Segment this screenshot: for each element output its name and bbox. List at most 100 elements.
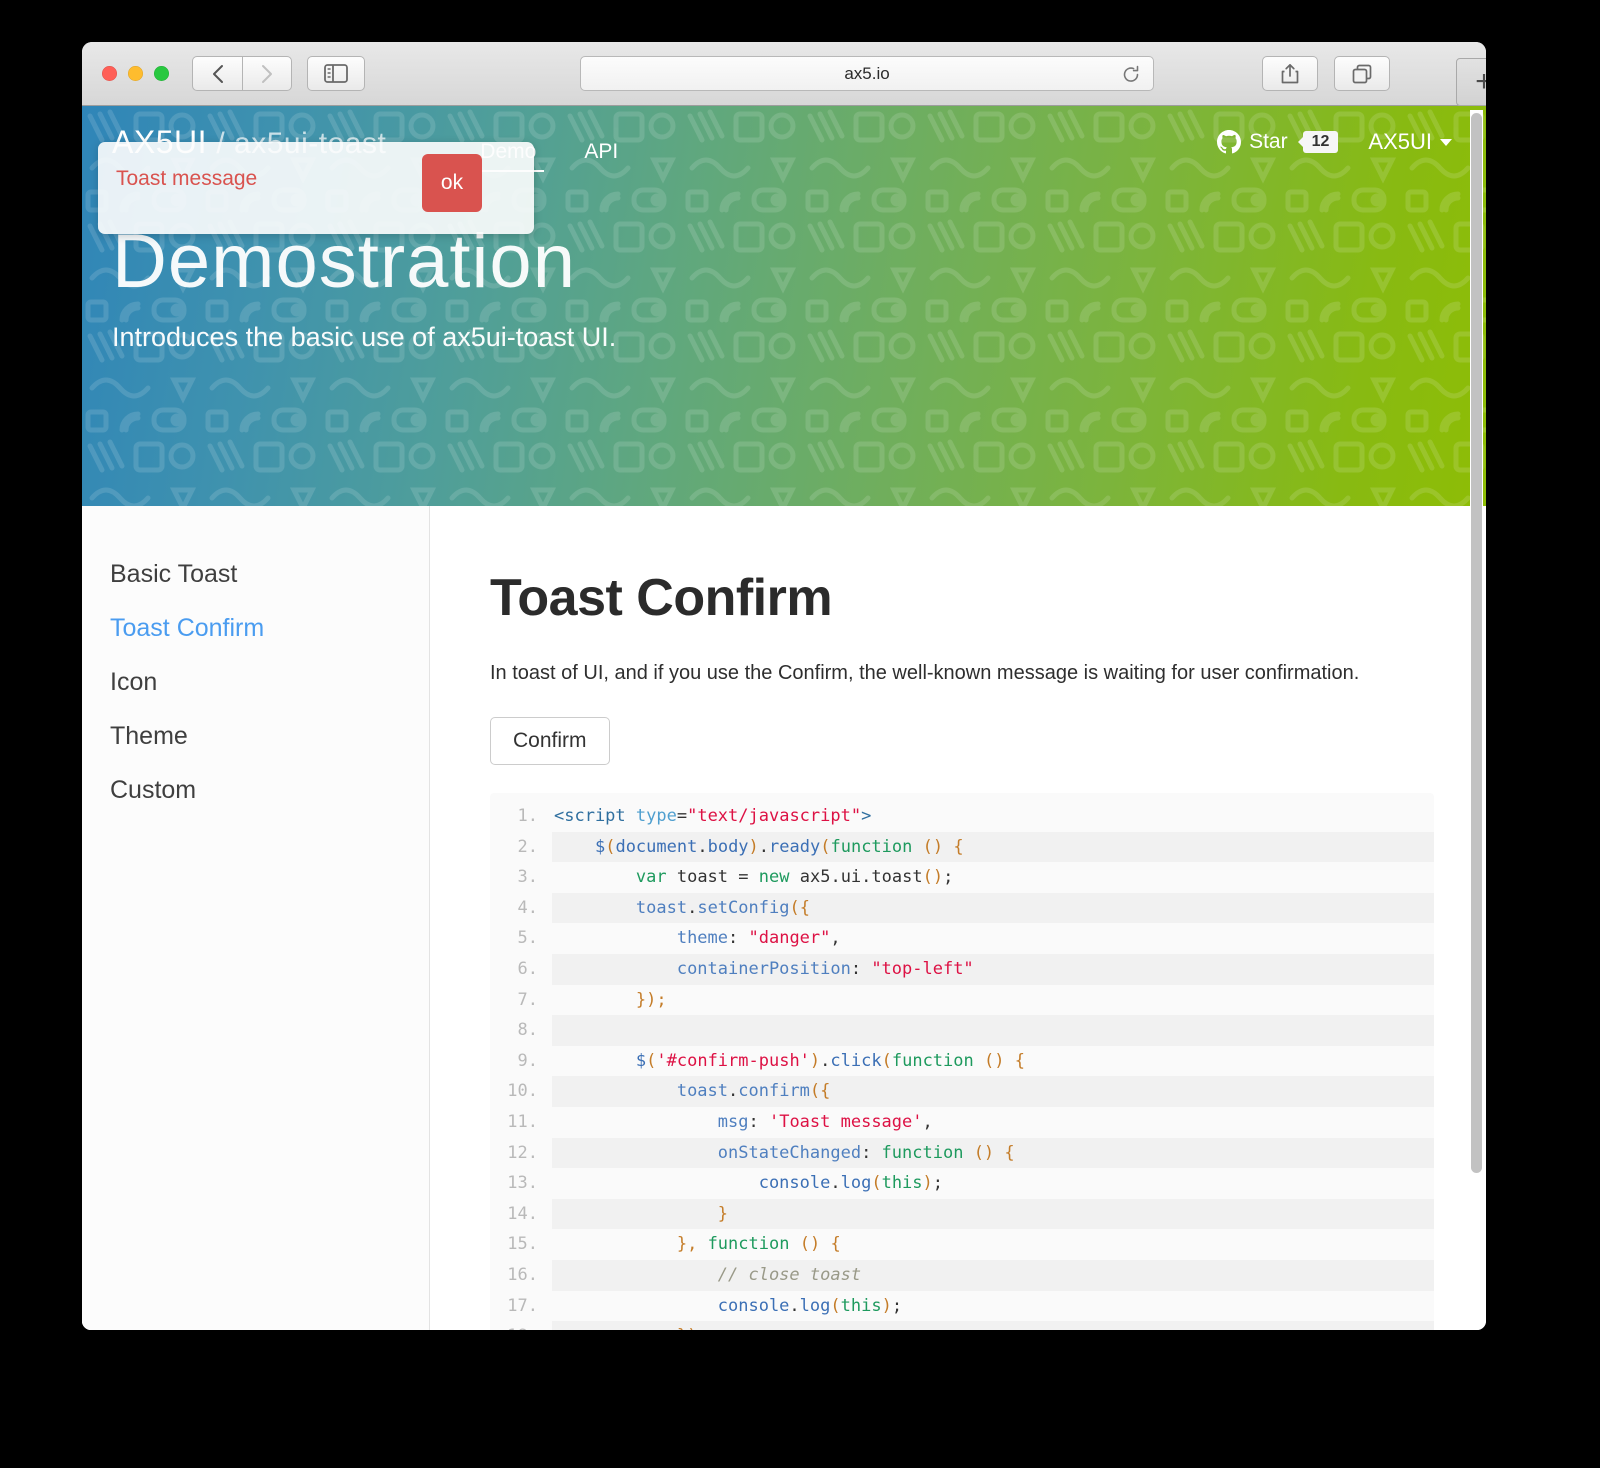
code-line-number: 4.	[517, 897, 538, 918]
close-window-button[interactable]	[102, 66, 117, 81]
code-line: 5. theme: "danger",	[490, 923, 1434, 954]
github-star-count[interactable]: 12	[1297, 131, 1339, 153]
code-line-text: containerPosition: "top-left"	[552, 953, 1434, 985]
code-line-number: 2.	[517, 836, 538, 857]
hero-banner: AX5UI / ax5ui-toast Demo API Star 12	[82, 106, 1486, 506]
code-line: 6. containerPosition: "top-left"	[490, 953, 1434, 985]
code-line-text: });	[635, 989, 667, 1010]
code-line-number: 11.	[507, 1111, 538, 1132]
share-button[interactable]	[1262, 56, 1318, 91]
code-line: 1. <script type="text/javascript">	[490, 801, 1434, 832]
account-dropdown[interactable]: AX5UI	[1368, 129, 1452, 155]
code-line: 9. $('#confirm-push').click(function () …	[490, 1046, 1434, 1077]
browser-window: ax5.io + API Star 12 AX5UI Demostration …	[82, 42, 1486, 1330]
page-description: In toast of UI, and if you use the Confi…	[490, 662, 1360, 684]
window-controls	[102, 66, 169, 81]
forward-button[interactable]	[242, 56, 292, 91]
page-title: Toast Confirm	[490, 569, 833, 627]
code-line-text: console.log(this);	[717, 1295, 903, 1316]
code-line-number: 15.	[507, 1234, 538, 1255]
chevron-down-icon	[1440, 138, 1452, 146]
url-text: ax5.io	[844, 63, 890, 83]
code-line-number: 12.	[507, 1142, 538, 1163]
code-line: 16. // close toast	[490, 1259, 1434, 1291]
code-line-number: 14.	[507, 1203, 538, 1224]
code-line-text: $(document.body).ready(function () {	[552, 831, 1434, 863]
code-line-number: 18.	[490, 1321, 552, 1330]
code-line-text: theme: "danger",	[676, 928, 841, 949]
code-line-number: 6.	[517, 958, 538, 979]
toast-ok-button[interactable]: ok	[422, 154, 482, 212]
code-line: 8.	[490, 1015, 1434, 1046]
code-line-text: <script type="text/javascript">	[554, 806, 872, 826]
sidebar-item-custom[interactable]: Custom	[110, 764, 429, 818]
github-star-label: Star	[1249, 130, 1288, 153]
code-line-number: 17.	[507, 1295, 538, 1316]
code-line-number: 13.	[507, 1173, 538, 1194]
sidebar-item-basic-toast[interactable]: Basic Toast	[110, 548, 429, 602]
code-line: 17. console.log(this);	[490, 1291, 1434, 1322]
code-line-text: console.log(this);	[758, 1173, 944, 1194]
code-line-text: });	[552, 1321, 1434, 1330]
hero-subtitle: Introduces the basic use of ax5ui-toast …	[112, 322, 617, 352]
chevron-left-icon	[212, 64, 223, 83]
page-viewport: AX5UI / ax5ui-toast Demo API Star 12	[82, 106, 1486, 1330]
code-line-number: 7.	[517, 989, 538, 1010]
account-dropdown-label: AX5UI	[1368, 129, 1432, 154]
nav-item-api[interactable]: API	[560, 126, 642, 178]
nav-right-group: Star 12 AX5UI	[1217, 129, 1452, 155]
sidebar-icon	[324, 64, 348, 83]
code-line-text: toast.setConfig({	[552, 892, 1434, 924]
code-line: 3. var toast = new ax5.ui.toast();	[490, 862, 1434, 893]
show-all-tabs-button[interactable]	[1334, 56, 1390, 91]
docs-sidebar: Basic Toast Toast Confirm Icon Theme Cus…	[82, 506, 430, 1330]
reload-icon[interactable]	[1121, 64, 1141, 90]
code-line: 15. }, function () {	[490, 1229, 1434, 1260]
code-line: 18. });	[490, 1321, 1434, 1330]
code-sample[interactable]: 1. <script type="text/javascript"> 2. $(do…	[490, 793, 1434, 1330]
code-line-number: 16.	[507, 1264, 538, 1285]
code-line-text: toast.confirm({	[552, 1076, 1434, 1107]
code-line: 11. msg: 'Toast message',	[490, 1107, 1434, 1138]
minimize-window-button[interactable]	[128, 66, 143, 81]
github-icon	[1217, 130, 1242, 154]
docs-main: Toast Confirm In toast of UI, and if you…	[430, 506, 1486, 1330]
code-line: 12. onStateChanged: function () {	[490, 1137, 1434, 1169]
code-line-text	[552, 1015, 1434, 1046]
browser-toolbar: ax5.io +	[82, 42, 1486, 106]
code-line: 10. toast.confirm({	[490, 1076, 1434, 1107]
code-line-text: onStateChanged: function () {	[552, 1137, 1434, 1169]
code-line-text: msg: 'Toast message',	[717, 1111, 933, 1132]
code-line: 2. $(document.body).ready(function () {	[490, 831, 1434, 863]
code-line-number: 8.	[517, 1020, 538, 1041]
hero-title: Demostration	[112, 219, 576, 304]
code-line-text: // close toast	[552, 1259, 1434, 1291]
maximize-window-button[interactable]	[154, 66, 169, 81]
sidebar-toggle-button[interactable]	[307, 56, 365, 91]
new-tab-button[interactable]: +	[1456, 58, 1486, 106]
chevron-right-icon	[262, 64, 272, 83]
sidebar-item-icon[interactable]: Icon	[110, 656, 429, 710]
code-line-number: 9.	[517, 1050, 538, 1071]
toast-notification[interactable]: Toast message ok	[98, 142, 534, 234]
code-line-text: }	[552, 1198, 1434, 1230]
code-line-number: 5.	[517, 928, 538, 949]
reload-glyph	[1123, 65, 1139, 82]
back-button[interactable]	[192, 56, 242, 91]
code-line-number: 1.	[517, 806, 538, 826]
code-line: 14. }	[490, 1198, 1434, 1230]
address-bar[interactable]: ax5.io	[580, 56, 1154, 91]
code-line: 13. console.log(this);	[490, 1168, 1434, 1199]
github-star-button[interactable]: Star 12	[1217, 130, 1339, 154]
confirm-button[interactable]: Confirm	[490, 717, 610, 765]
code-line-number: 3.	[517, 867, 538, 888]
code-line-number: 10.	[507, 1081, 538, 1102]
tabs-overview-icon	[1352, 64, 1372, 83]
code-line-text: var toast = new ax5.ui.toast();	[635, 867, 954, 888]
content-area: Basic Toast Toast Confirm Icon Theme Cus…	[82, 506, 1486, 1330]
sidebar-item-theme[interactable]: Theme	[110, 710, 429, 764]
code-line-text: }, function () {	[676, 1234, 841, 1255]
sidebar-item-toast-confirm[interactable]: Toast Confirm	[110, 602, 429, 656]
share-icon	[1281, 63, 1299, 83]
code-line-text: $('#confirm-push').click(function () {	[635, 1050, 1025, 1071]
